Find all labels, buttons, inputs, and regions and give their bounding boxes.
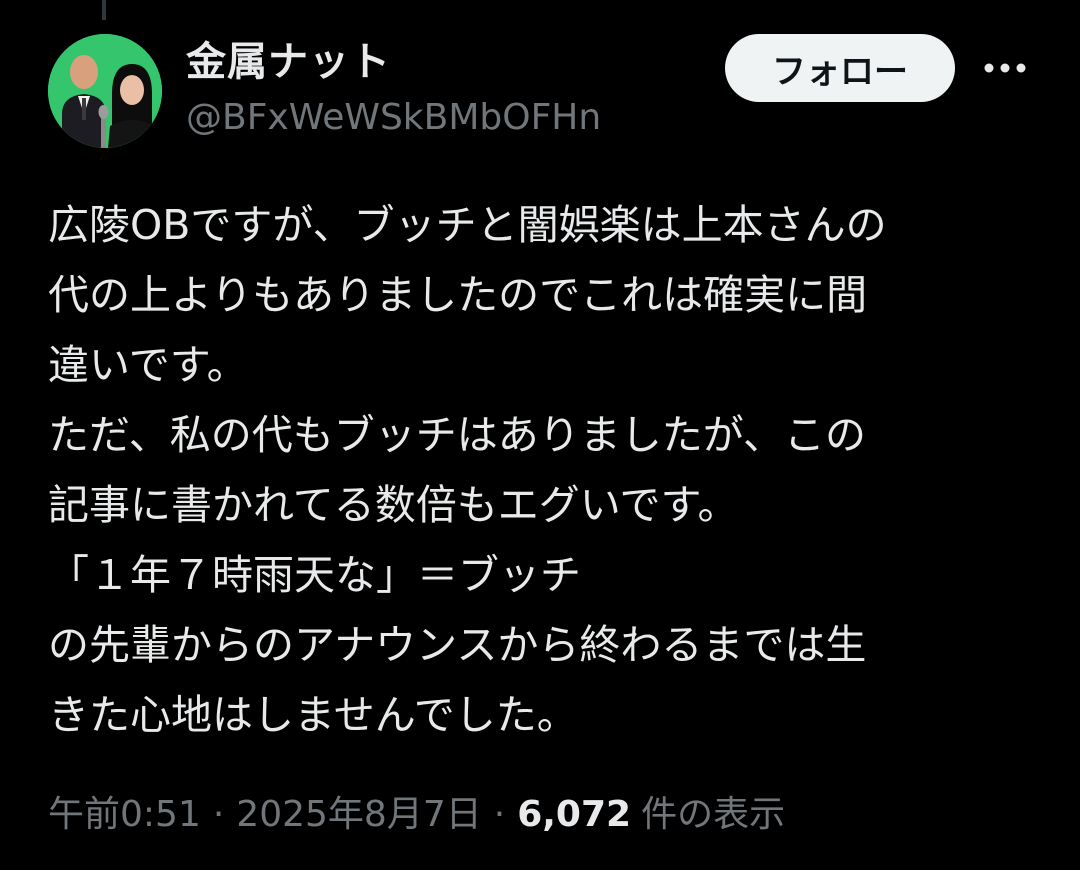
more-horizontal-icon	[984, 63, 1026, 73]
user-handle[interactable]: @BFxWeWSkBMbOFHn	[186, 94, 601, 142]
follow-button[interactable]: フォロー	[725, 34, 955, 102]
profile-photo-icon	[48, 34, 162, 148]
display-name[interactable]: 金属ナット	[186, 36, 601, 88]
views-label: 件の表示	[641, 794, 786, 835]
views-count: 6,072	[517, 794, 632, 835]
avatar[interactable]	[48, 34, 162, 148]
tweet-metadata: 午前0:51 · 2025年8月7日 · 6,072 件の表示	[48, 790, 785, 840]
tweet-date[interactable]: 2025年8月7日	[236, 794, 481, 835]
tweet-text: 広陵OBですが、ブッチと闇娯楽は上本さんの 代の上よりもありましたのでこれは確実…	[48, 201, 887, 739]
tweet-time[interactable]: 午前0:51	[48, 794, 201, 835]
thread-connector-line	[102, 0, 106, 20]
user-info: 金属ナット @BFxWeWSkBMbOFHn	[186, 36, 601, 142]
separator-dot: ·	[493, 794, 506, 835]
separator-dot: ·	[212, 794, 225, 835]
more-options-button[interactable]	[980, 50, 1030, 86]
tweet-header: 金属ナット @BFxWeWSkBMbOFHn フォロー	[48, 34, 1038, 150]
